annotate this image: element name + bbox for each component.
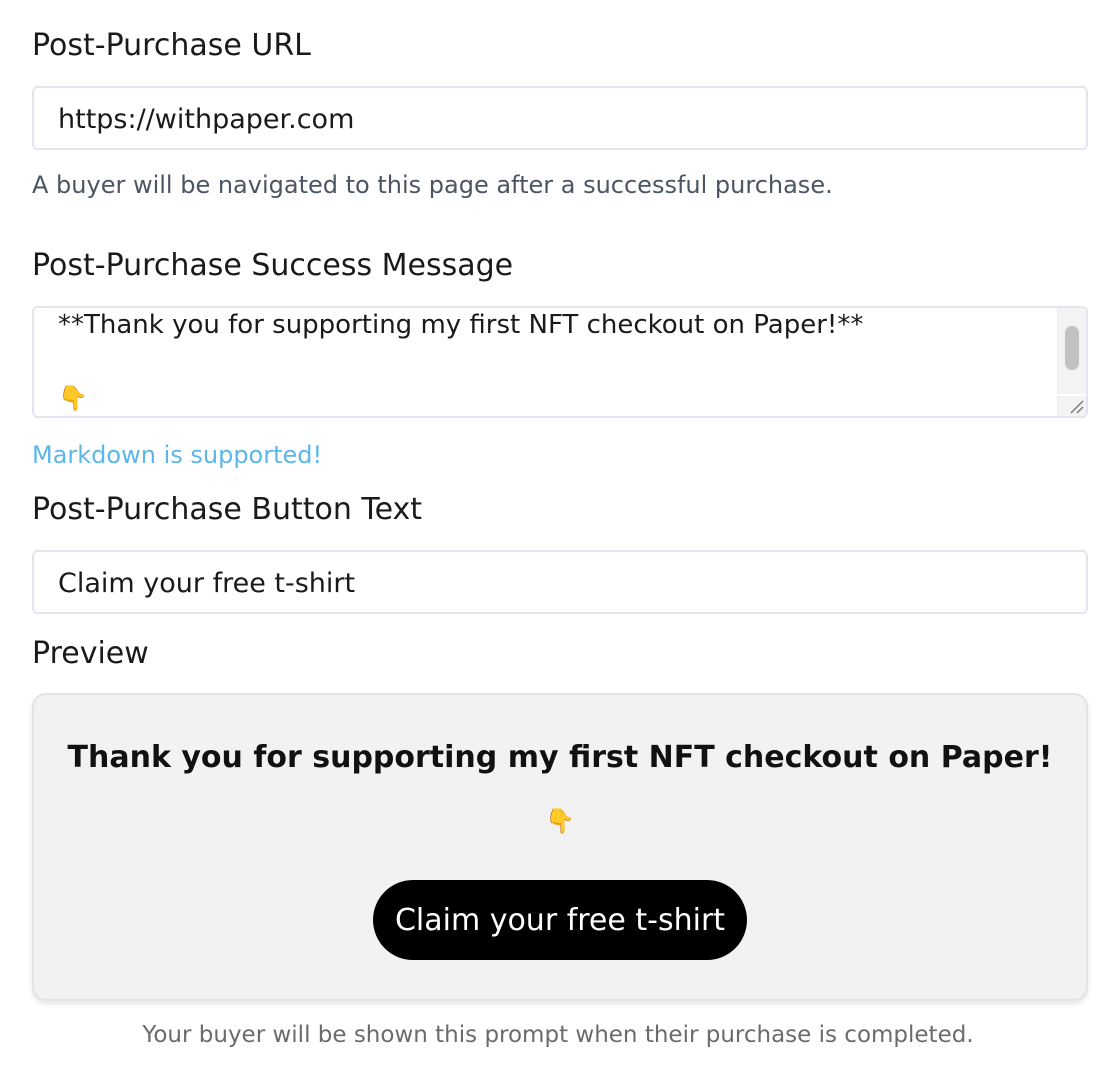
post-purchase-button-text-input[interactable]: Claim your free t-shirt [32, 550, 1088, 614]
preview-label: Preview [32, 636, 149, 671]
post-purchase-settings: Post-Purchase URL https://withpaper.com … [0, 0, 1116, 1082]
textarea-scrollbar[interactable] [1057, 308, 1086, 394]
post-purchase-success-message-textarea[interactable]: **Thank you for supporting my first NFT … [32, 306, 1088, 418]
post-purchase-button-text-label: Post-Purchase Button Text [32, 492, 423, 527]
resize-grip-icon [1070, 400, 1084, 414]
textarea-scrollbar-thumb[interactable] [1065, 326, 1079, 370]
post-purchase-success-message-label: Post-Purchase Success Message [32, 248, 514, 283]
textarea-resize-handle[interactable] [1057, 396, 1086, 416]
post-purchase-url-label: Post-Purchase URL [32, 28, 311, 63]
post-purchase-url-help: A buyer will be navigated to this page a… [32, 171, 833, 199]
claim-free-tshirt-button[interactable]: Claim your free t-shirt [373, 880, 747, 960]
markdown-supported-link[interactable]: Markdown is supported! [32, 443, 322, 467]
post-purchase-url-value: https://withpaper.com [58, 104, 355, 135]
success-message-line-2: 👇 [58, 384, 88, 411]
pointing-down-emoji-icon: 👇 [545, 807, 575, 835]
preview-card: Thank you for supporting my first NFT ch… [32, 693, 1088, 1001]
pointing-down-emoji-icon: 👇 [58, 384, 88, 412]
success-message-line-1: **Thank you for supporting my first NFT … [58, 310, 864, 340]
preview-footnote: Your buyer will be shown this prompt whe… [142, 1022, 974, 1048]
post-purchase-button-text-value: Claim your free t-shirt [58, 568, 356, 599]
preview-emoji-row: 👇 [34, 809, 1086, 833]
post-purchase-url-input[interactable]: https://withpaper.com [32, 86, 1088, 150]
preview-heading: Thank you for supporting my first NFT ch… [67, 740, 1053, 775]
